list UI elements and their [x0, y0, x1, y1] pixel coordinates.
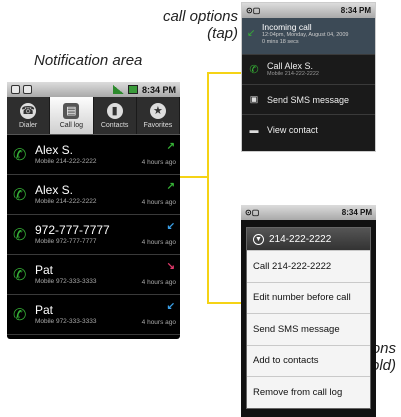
menu-item-remove-from-log[interactable]: Remove from call log: [247, 376, 370, 408]
call-time-ago: 4 hours ago: [141, 239, 176, 246]
context-menu: ▼ 214-222-2222 Call 214-222-2222 Edit nu…: [246, 227, 371, 409]
tab-label: Favorites: [143, 121, 173, 129]
phone-icon[interactable]: ✆: [13, 225, 35, 245]
outgoing-call-icon: ↗: [166, 181, 175, 192]
incoming-call-duration: 0 mins 18 secs: [262, 39, 299, 45]
tab-label: Call log: [59, 121, 84, 129]
call-log-row[interactable]: ✆ 972-777-7777 Mobile 972-777-7777 ↙ 4 h…: [7, 215, 180, 255]
caller-name: Pat: [35, 302, 54, 317]
caller-name: Pat: [35, 262, 54, 277]
send-sms-label: Send SMS message: [267, 94, 350, 105]
phone-icon[interactable]: ✆: [13, 305, 35, 325]
connector-line: [207, 72, 209, 304]
phone-icon[interactable]: ✆: [13, 265, 35, 285]
status-bar: ⊙▢ 8:34 PM: [242, 3, 375, 18]
call-log-row[interactable]: ✆ Alex S. Mobile 214-222-2222 ↗ 4 hours …: [7, 175, 180, 215]
caller-name: Alex S.: [35, 142, 74, 157]
notification-icon: ⊙▢: [245, 208, 260, 217]
status-time: 8:34 PM: [141, 84, 176, 95]
notification-area-caption: Notification area: [34, 52, 143, 69]
tab-label: Dialer: [18, 121, 38, 129]
menu-item-call[interactable]: Call 214-222-2222: [247, 250, 370, 282]
tab-favorites[interactable]: ★ Favorites: [137, 97, 180, 134]
call-options-screen: ⊙▢ 8:34 PM ↙ Incoming call 12:04pm, Mond…: [241, 2, 376, 152]
missed-call-icon: ↘: [166, 261, 175, 272]
status-bar: ⊙▢ 8:34 PM: [241, 205, 376, 220]
call-time-ago: 4 hours ago: [141, 199, 176, 206]
context-menu-title: 214-222-2222: [269, 233, 332, 245]
call-time-ago: 4 hours ago: [141, 159, 176, 166]
call-log-screen: 8:34 PM ☎ Dialer ▤ Call log ▮ Contacts ★…: [7, 82, 180, 339]
tab-call-log[interactable]: ▤ Call log: [50, 97, 94, 134]
tab-label: Contacts: [100, 121, 129, 129]
incoming-call-header: ↙ Incoming call 12:04pm, Monday, August …: [242, 18, 375, 54]
caller-name: Alex S.: [35, 182, 74, 197]
chevron-down-icon: ▼: [253, 233, 264, 245]
tab-contacts[interactable]: ▮ Contacts: [94, 97, 137, 134]
caller-name: 972-777-7777: [35, 222, 110, 237]
contact-card-icon: ▬: [249, 124, 259, 135]
incoming-call-date: 12:04pm, Monday, August 04, 2009: [262, 32, 349, 38]
context-menu-header: ▼ 214-222-2222: [247, 228, 370, 250]
call-options-caption-line2: (tap): [207, 25, 238, 42]
send-sms-option[interactable]: ▣ Send SMS message: [242, 84, 375, 114]
call-time-ago: 4 hours ago: [141, 319, 176, 326]
view-contact-option[interactable]: ▬ View contact: [242, 114, 375, 144]
tab-bar: ☎ Dialer ▤ Call log ▮ Contacts ★ Favorit…: [7, 97, 180, 135]
phone-icon: ✆: [249, 64, 259, 76]
call-time-ago: 4 hours ago: [141, 279, 176, 286]
notification-icon: [23, 85, 32, 94]
status-time: 8:34 PM: [340, 6, 371, 15]
sms-icon: ▣: [249, 94, 259, 104]
call-log-icon: ▤: [63, 102, 80, 119]
menu-item-send-sms[interactable]: Send SMS message: [247, 313, 370, 345]
connector-line: [178, 176, 208, 178]
phone-icon[interactable]: ✆: [13, 145, 35, 165]
menu-item-add-to-contacts[interactable]: Add to contacts: [247, 344, 370, 377]
call-options-caption-line1: call options: [162, 8, 238, 25]
call-options-caption: call options (tap): [148, 8, 238, 42]
notification-icon: ⊙▢: [246, 6, 261, 15]
incoming-call-icon: ↙: [166, 221, 175, 232]
connector-line: [207, 72, 242, 74]
phone-icon[interactable]: ✆: [13, 185, 35, 205]
battery-icon: [127, 85, 138, 94]
call-log-row[interactable]: ✆ Pat Mobile 972-333-3333 ↙ 4 hours ago: [7, 295, 180, 335]
contacts-icon: ▮: [106, 102, 123, 119]
outgoing-call-icon: ↗: [166, 141, 175, 152]
connector-line: [207, 302, 242, 304]
call-log-row[interactable]: ✆ Alex S. Mobile 214-222-2222 ↗ 4 hours …: [7, 135, 180, 175]
status-time: 8:34 PM: [341, 208, 372, 217]
entry-options-screen: ⊙▢ 8:34 PM ▼ 214-222-2222 Call 214-222-2…: [241, 205, 376, 417]
tab-dialer[interactable]: ☎ Dialer: [7, 97, 51, 134]
incoming-call-title: Incoming call: [262, 22, 312, 32]
notification-icon: [11, 85, 20, 94]
view-contact-label: View contact: [267, 124, 318, 135]
call-log-row[interactable]: ✆ Pat Mobile 972-333-3333 ↘ 4 hours ago: [7, 255, 180, 295]
incoming-call-icon: ↙: [247, 28, 256, 39]
signal-icon: [112, 85, 124, 94]
incoming-call-icon: ↙: [166, 301, 175, 312]
status-bar: 8:34 PM: [7, 82, 180, 97]
star-icon: ★: [149, 102, 166, 119]
call-contact-label: Call Alex S.: [267, 61, 314, 71]
call-contact-number: Mobile 214-222-2222: [267, 71, 319, 77]
dialer-icon: ☎: [20, 102, 37, 119]
call-log-list: ✆ Alex S. Mobile 214-222-2222 ↗ 4 hours …: [7, 135, 180, 335]
menu-item-edit-before-call[interactable]: Edit number before call: [247, 281, 370, 314]
call-contact-option[interactable]: ✆ Call Alex S. Mobile 214-222-2222: [242, 54, 375, 84]
